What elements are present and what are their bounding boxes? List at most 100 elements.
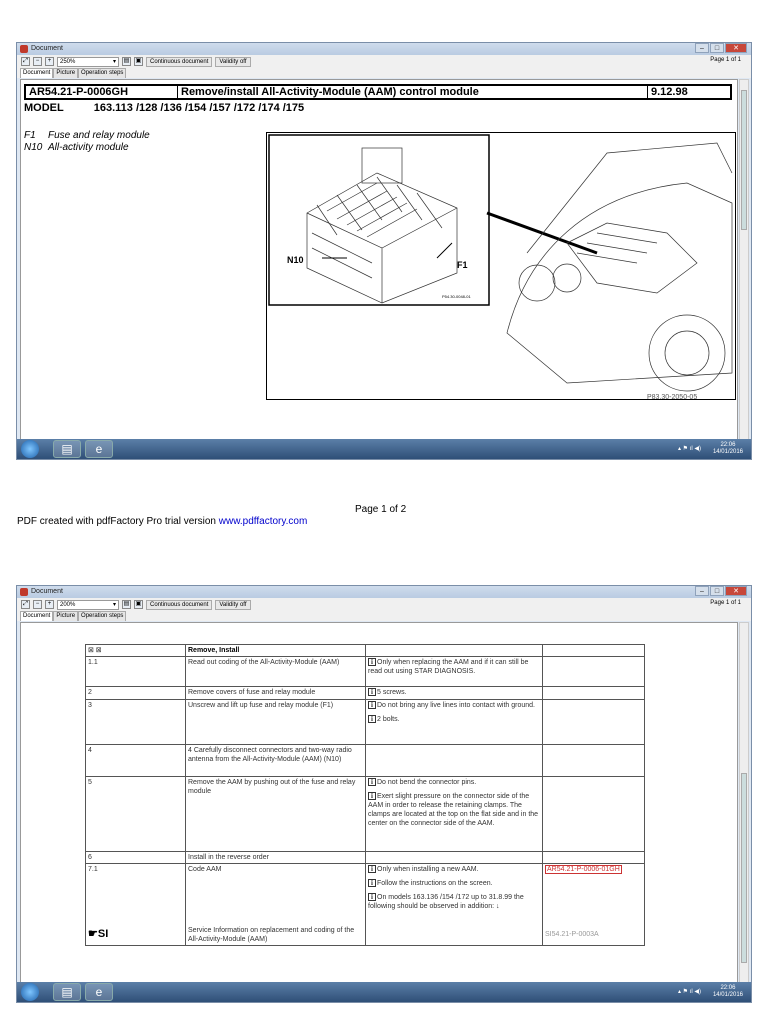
- step-number: 4: [88, 747, 92, 754]
- zoom-out-icon[interactable]: −: [33, 57, 42, 66]
- document-title: Remove/install All-Activity-Module (AAM)…: [178, 86, 648, 98]
- note: i Exert slight pressure on the connector …: [368, 792, 540, 828]
- service-info-icon[interactable]: ☛SI: [88, 928, 183, 940]
- illustration-drawing: N10 F1 P54.30-0048-01 P83.30-2050-05: [268, 134, 733, 401]
- taskbar-app-icon[interactable]: ▤: [53, 983, 81, 1001]
- zoom-select[interactable]: 250%: [57, 56, 119, 67]
- info-icon: i: [368, 715, 376, 723]
- info-icon: i: [368, 658, 376, 666]
- clock: 22:06 14/01/2016: [713, 442, 743, 456]
- legend-text: All-activity module: [48, 142, 129, 153]
- reference-link[interactable]: AR54.21-P-0006-01GH: [545, 865, 622, 874]
- note-text: On models 163.136 /154 /172 up to 31.8.9…: [368, 894, 524, 910]
- vertical-scrollbar[interactable]: [739, 622, 749, 984]
- taskbar: ▤ e ▴ ⚑ ıl ◀) 22:06 14/01/2016: [17, 439, 751, 459]
- view-mode-dropdown[interactable]: Continuous document: [146, 56, 213, 67]
- zoom-in-icon[interactable]: +: [45, 57, 54, 66]
- taskbar: ▤ e ▴ ⚑ ıl ◀) 22:06 14/01/2016: [17, 982, 751, 1002]
- tab-picture[interactable]: Picture: [53, 68, 79, 78]
- maximize-button[interactable]: □: [710, 43, 724, 53]
- step-action: Remove covers of fuse and relay module: [188, 689, 316, 696]
- start-button[interactable]: [21, 440, 39, 458]
- clock-time: 22:06: [720, 985, 736, 991]
- app-icon: [20, 45, 28, 53]
- validity-button[interactable]: Validity off: [215, 599, 251, 610]
- document-window-1: Document –□✕ ⤢−+ 250% ▤▣ Continuous docu…: [16, 42, 752, 460]
- zoom-fit-icon[interactable]: ⤢: [21, 57, 30, 66]
- figure-reference: P83.30-2050-05: [647, 394, 697, 401]
- info-icon: i: [368, 701, 376, 709]
- note: i Follow the instructions on the screen.: [368, 879, 540, 888]
- view-mode-dropdown[interactable]: Continuous document: [146, 599, 213, 610]
- table-row: 2 Remove covers of fuse and relay module i…: [85, 686, 645, 700]
- print-icon[interactable]: ▤: [122, 600, 131, 609]
- step-action: Unscrew and lift up fuse and relay modul…: [188, 702, 334, 709]
- legend: F1 Fuse and relay module N10 All-activity …: [24, 130, 150, 154]
- window-title: Document: [31, 588, 63, 595]
- tab-document[interactable]: Document: [20, 68, 54, 78]
- zoom-out-icon[interactable]: −: [33, 600, 42, 609]
- expand-icon[interactable]: ⊠ ⊠: [88, 647, 102, 654]
- footer-page-number: Page 1 of 2: [355, 504, 407, 515]
- table-row: 5 Remove the AAM by pushing out of the fu…: [85, 776, 645, 852]
- start-button[interactable]: [21, 983, 39, 1001]
- maximize-button[interactable]: □: [710, 586, 724, 596]
- document-window-2: Document –□✕ ⤢−+ 200% ▤▣ Continuous docu…: [16, 585, 752, 1003]
- step-action: Install in the reverse order: [188, 854, 269, 861]
- tray-icons[interactable]: ▴ ⚑ ıl ◀): [678, 445, 701, 452]
- legend-code: F1: [24, 130, 36, 141]
- step-action: 4 Carefully disconnect connectors and tw…: [188, 747, 352, 763]
- note-text: Only when replacing the AAM and if it ca…: [368, 659, 529, 675]
- info-icon: i: [368, 688, 376, 696]
- note-text: 5 screws.: [377, 689, 407, 696]
- step-number: 7.1: [88, 866, 98, 873]
- step-action: Read out coding of the All-Activity-Modu…: [188, 659, 340, 666]
- note: i Only when replacing the AAM and if it c…: [368, 658, 540, 676]
- title-bar: Document – □ ✕: [17, 586, 751, 598]
- tray-icons[interactable]: ▴ ⚑ ıl ◀): [678, 988, 701, 995]
- clock-date: 14/01/2016: [712, 992, 743, 998]
- zoom-in-icon[interactable]: +: [45, 600, 54, 609]
- document-content: AR54.21-P-0006GH Remove/install All-Acti…: [20, 79, 738, 441]
- table-row: 7.1 ☛SI Code AAM Service Information on rep…: [85, 863, 645, 946]
- page-indicator: Page 1 of 1: [710, 57, 741, 63]
- zoom-fit-icon[interactable]: ⤢: [21, 600, 30, 609]
- note-text: 2 bolts.: [377, 716, 400, 723]
- si-label: SI: [97, 928, 109, 940]
- vertical-scrollbar[interactable]: [739, 79, 749, 441]
- model-line: MODEL 163.113 /128 /136 /154 /157 /172 /1…: [24, 102, 304, 114]
- clock-time: 22:06: [720, 442, 736, 448]
- save-icon[interactable]: ▣: [134, 57, 143, 66]
- print-icon[interactable]: ▤: [122, 57, 131, 66]
- step-number: 5: [88, 779, 92, 786]
- taskbar-app-icon[interactable]: ▤: [53, 440, 81, 458]
- close-button[interactable]: ✕: [725, 43, 747, 53]
- note-text: Follow the instructions on the screen.: [377, 880, 493, 887]
- save-icon[interactable]: ▣: [134, 600, 143, 609]
- tab-operation-steps[interactable]: Operation steps: [78, 611, 127, 621]
- minimize-button[interactable]: –: [695, 43, 709, 53]
- zoom-select[interactable]: 200%: [57, 599, 119, 610]
- close-button[interactable]: ✕: [725, 586, 747, 596]
- note: i Do not bring any live lines into contac…: [368, 701, 540, 710]
- tab-operation-steps[interactable]: Operation steps: [78, 68, 127, 78]
- internet-explorer-icon[interactable]: e: [85, 983, 113, 1001]
- footer-link[interactable]: www.pdffactory.com: [219, 516, 308, 527]
- note: i Do not bend the connector pins.: [368, 778, 540, 787]
- info-icon: i: [368, 778, 376, 786]
- clock: 22:06 14/01/2016: [713, 985, 743, 999]
- document-date: 9.12.98: [651, 86, 688, 98]
- internet-explorer-icon[interactable]: e: [85, 440, 113, 458]
- tab-picture[interactable]: Picture: [53, 611, 79, 621]
- validity-button[interactable]: Validity off: [215, 56, 251, 67]
- note: i5 screws.: [368, 688, 540, 697]
- si-reference-link[interactable]: SI54.21-P-0003A: [545, 930, 642, 939]
- document-header: AR54.21-P-0006GH Remove/install All-Acti…: [24, 84, 732, 100]
- pdf-footer: PDF created with pdfFactory Pro trial ve…: [17, 516, 307, 527]
- minimize-button[interactable]: –: [695, 586, 709, 596]
- note: i On models 163.136 /154 /172 up to 31.8.…: [368, 893, 540, 911]
- tab-document[interactable]: Document: [20, 611, 54, 621]
- step-number: 6: [88, 854, 92, 861]
- model-label: MODEL: [24, 102, 64, 114]
- window-title: Document: [31, 45, 63, 52]
